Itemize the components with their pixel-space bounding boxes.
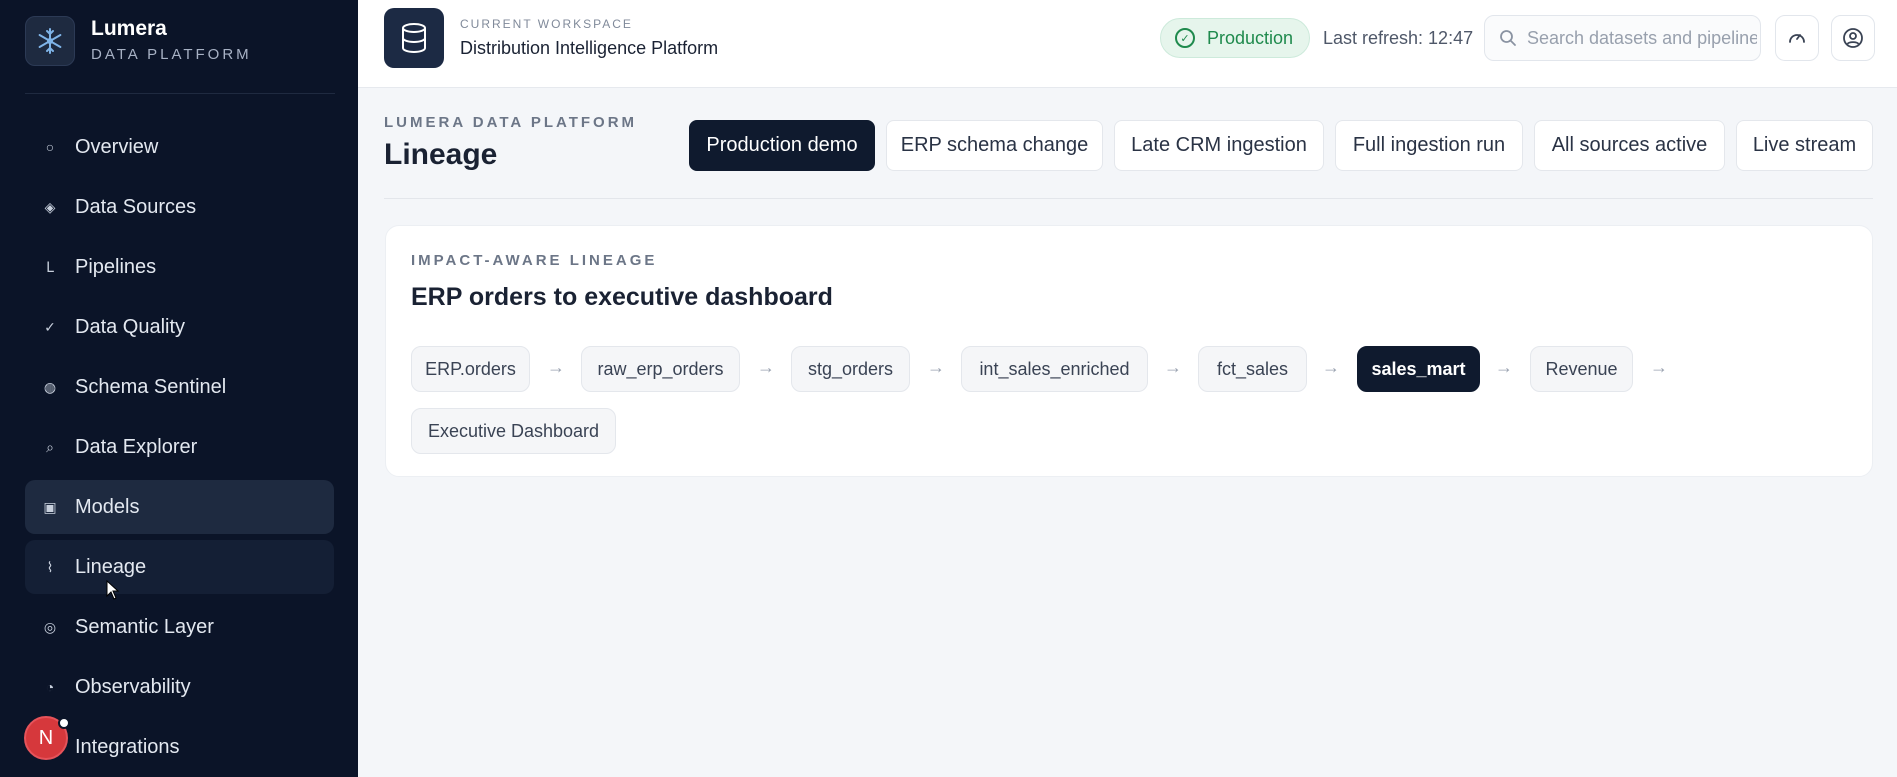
sidebar-item-label: Data Quality <box>75 315 186 338</box>
mouse-cursor-icon <box>106 580 120 600</box>
lineage-node-stg-orders[interactable]: stg_orders <box>791 346 910 392</box>
search-icon <box>1500 30 1516 46</box>
sidebar-item-semantic-layer[interactable]: ◎ Semantic Layer <box>25 600 334 654</box>
sidebar-item-observability[interactable]: ◔ Observability <box>25 660 334 714</box>
page-title: Lineage <box>384 138 498 171</box>
brand-subtitle: DATA PLATFORM <box>91 46 252 63</box>
sidebar-item-label: Pipelines <box>75 255 157 278</box>
card-eyebrow: IMPACT-AWARE LINEAGE <box>411 252 658 269</box>
brand[interactable]: Lumera DATA PLATFORM <box>25 16 252 66</box>
account-button[interactable] <box>1831 15 1875 61</box>
gauge-icon <box>1789 34 1805 43</box>
arrow-right-icon: → <box>757 357 775 377</box>
shield-dot-icon: ◍ <box>43 378 57 395</box>
sidebar-item-data-explorer[interactable]: ⌕ Data Explorer <box>25 420 334 474</box>
diamond-icon: ◈ <box>44 198 56 215</box>
scenario-live-stream[interactable]: Live stream <box>1736 120 1873 171</box>
scenario-full-ingestion-run[interactable]: Full ingestion run <box>1335 120 1523 171</box>
arrow-right-icon: → <box>547 357 565 377</box>
scenario-production-demo[interactable]: Production demo <box>689 120 875 171</box>
pipeline-icon: ᒪ <box>46 258 54 275</box>
sidebar-item-label: Integrations <box>75 735 180 758</box>
lineage-node-executive-dashboard[interactable]: Executive Dashboard <box>411 408 616 454</box>
status-label: Production <box>1207 27 1294 48</box>
top-header: CURRENT WORKSPACE Distribution Intellige… <box>358 0 1897 88</box>
pie-icon: ◔ <box>45 679 55 695</box>
lineage-card: IMPACT-AWARE LINEAGE ERP orders to execu… <box>385 225 1873 477</box>
square-icon: ▣ <box>43 498 57 515</box>
circle-icon: ○ <box>45 139 55 155</box>
sidebar-item-models[interactable]: ▣ Models <box>25 480 334 534</box>
card-title: ERP orders to executive dashboard <box>411 283 833 311</box>
lineage-node-raw-erp-orders[interactable]: raw_erp_orders <box>581 346 740 392</box>
status-badge: ✓ Production <box>1160 18 1311 58</box>
lineage-node-fct-sales[interactable]: fct_sales <box>1198 346 1307 392</box>
sidebar-item-label: Schema Sentinel <box>75 375 227 398</box>
lineage-node-erp-orders[interactable]: ERP.orders <box>411 346 530 392</box>
database-icon[interactable] <box>384 8 444 68</box>
arrow-right-icon: → <box>1322 357 1340 377</box>
sidebar-item-schema-sentinel[interactable]: ◍ Schema Sentinel <box>25 360 334 414</box>
search-input[interactable] <box>1527 27 1757 49</box>
sidebar-item-label: Overview <box>75 135 159 158</box>
target-icon: ◎ <box>43 618 57 635</box>
sidebar-item-label: Observability <box>75 675 191 698</box>
sidebar-item-data-sources[interactable]: ◈ Data Sources <box>25 180 334 234</box>
lineage-node-sales-mart[interactable]: sales_mart <box>1357 346 1480 392</box>
sidebar-item-integrations[interactable]: Integrations <box>25 720 334 774</box>
sidebar-item-data-quality[interactable]: ✓ Data Quality <box>25 300 334 354</box>
check-icon: ✓ <box>44 318 56 335</box>
lineage-node-int-sales-enriched[interactable]: int_sales_enriched <box>961 346 1148 392</box>
arrow-right-icon: → <box>1495 357 1513 377</box>
scenario-late-crm-ingestion[interactable]: Late CRM ingestion <box>1114 120 1324 171</box>
sidebar-item-pipelines[interactable]: ᒪ Pipelines <box>25 240 334 294</box>
sidebar-item-label: Models <box>75 495 140 518</box>
last-refresh: Last refresh: 12:47 <box>1323 28 1474 48</box>
snowflake-logo-icon <box>25 16 75 66</box>
scenario-erp-schema-change[interactable]: ERP schema change <box>886 120 1103 171</box>
arrow-right-icon: → <box>927 357 945 377</box>
page-eyebrow: LUMERA DATA PLATFORM <box>384 114 638 131</box>
lineage-node-revenue[interactable]: Revenue <box>1530 346 1633 392</box>
sidebar-item-lineage[interactable]: ⌇ Lineage <box>25 540 334 594</box>
divider <box>384 198 1873 199</box>
scenario-all-sources-active[interactable]: All sources active <box>1534 120 1725 171</box>
brand-name: Lumera <box>91 17 167 40</box>
sidebar-item-label: Lineage <box>75 555 147 578</box>
gauge-button[interactable] <box>1775 15 1819 61</box>
sidebar-divider <box>25 93 335 94</box>
check-circle-icon: ✓ <box>1175 28 1195 48</box>
sidebar: Lumera DATA PLATFORM ○ Overview ◈ Data S… <box>0 0 358 777</box>
sidebar-item-overview[interactable]: ○ Overview <box>25 120 334 174</box>
notification-dot <box>58 717 70 729</box>
sidebar-item-label: Semantic Layer <box>75 615 214 638</box>
sidebar-nav: ○ Overview ◈ Data Sources ᒪ Pipelines ✓ … <box>25 120 334 777</box>
workspace-label: CURRENT WORKSPACE <box>460 17 633 31</box>
search-icon: ⌕ <box>46 438 54 455</box>
lineage-icon: ⌇ <box>46 558 54 575</box>
search-box <box>1484 15 1761 61</box>
sidebar-item-label: Data Sources <box>75 195 197 218</box>
workspace-name: Distribution Intelligence Platform <box>460 38 719 58</box>
sidebar-item-label: Data Explorer <box>75 435 198 458</box>
arrow-right-icon: → <box>1650 357 1668 377</box>
user-circle-icon <box>1843 28 1863 48</box>
arrow-right-icon: → <box>1164 357 1182 377</box>
